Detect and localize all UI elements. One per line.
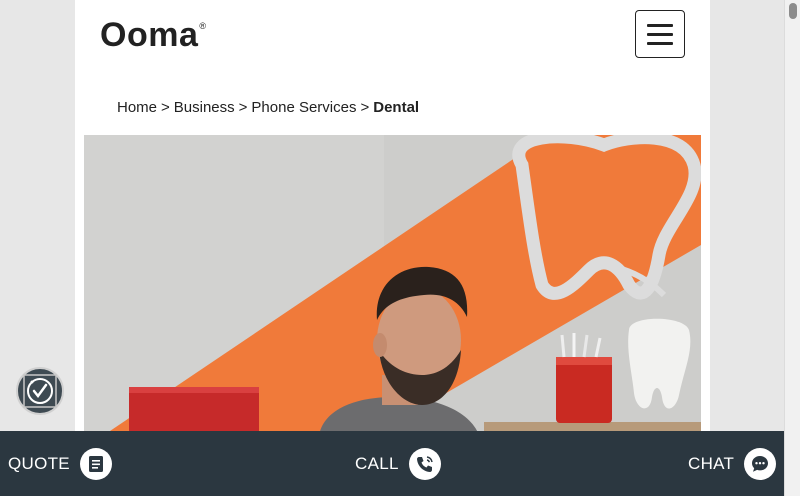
hero-image — [84, 135, 701, 435]
page-container: Ooma® Home > Business > Phone Services > Denta… — [75, 0, 710, 496]
quote-label: QUOTE — [8, 453, 70, 473]
accessibility-button[interactable] — [16, 367, 64, 415]
red-cup-rim — [556, 357, 612, 365]
man-ear — [373, 333, 387, 357]
breadcrumb: Home > Business > Phone Services > Dental — [117, 99, 419, 116]
bottom-action-bar: QUOTE CALL CHAT — [0, 431, 784, 496]
breadcrumb-business[interactable]: Business — [174, 99, 235, 116]
quote-button[interactable]: QUOTE — [8, 431, 112, 496]
scrollbar-thumb[interactable] — [789, 3, 797, 19]
hamburger-menu-button[interactable] — [635, 10, 685, 58]
red-box-top — [129, 387, 259, 393]
page-scrollbar[interactable] — [784, 0, 800, 496]
red-cup — [556, 357, 612, 423]
chat-button[interactable]: CHAT — [688, 431, 777, 496]
menu-bar-line — [647, 32, 673, 36]
ooma-logo[interactable]: Ooma® — [100, 18, 206, 52]
breadcrumb-separator: > — [238, 99, 248, 116]
accessibility-check-icon — [23, 374, 57, 408]
call-button[interactable]: CALL — [355, 431, 441, 496]
document-icon — [79, 447, 112, 480]
instrument — [560, 334, 566, 358]
call-label: CALL — [355, 453, 399, 473]
breadcrumb-separator: > — [161, 99, 170, 116]
breadcrumb-current: Dental — [373, 99, 420, 116]
menu-bar-line — [647, 41, 673, 45]
logo-text: Ooma — [100, 16, 199, 54]
breadcrumb-phone-services[interactable]: Phone Services — [251, 99, 356, 116]
logo-registered-mark: ® — [199, 21, 207, 31]
phone-icon — [408, 447, 441, 480]
menu-bar-line — [647, 23, 673, 27]
breadcrumb-separator: > — [360, 99, 370, 116]
chat-label: CHAT — [688, 453, 735, 473]
dentist-office-photo — [84, 135, 701, 435]
chat-bubble-icon — [744, 447, 777, 480]
red-box — [129, 387, 259, 435]
breadcrumb-home[interactable]: Home — [117, 99, 157, 116]
